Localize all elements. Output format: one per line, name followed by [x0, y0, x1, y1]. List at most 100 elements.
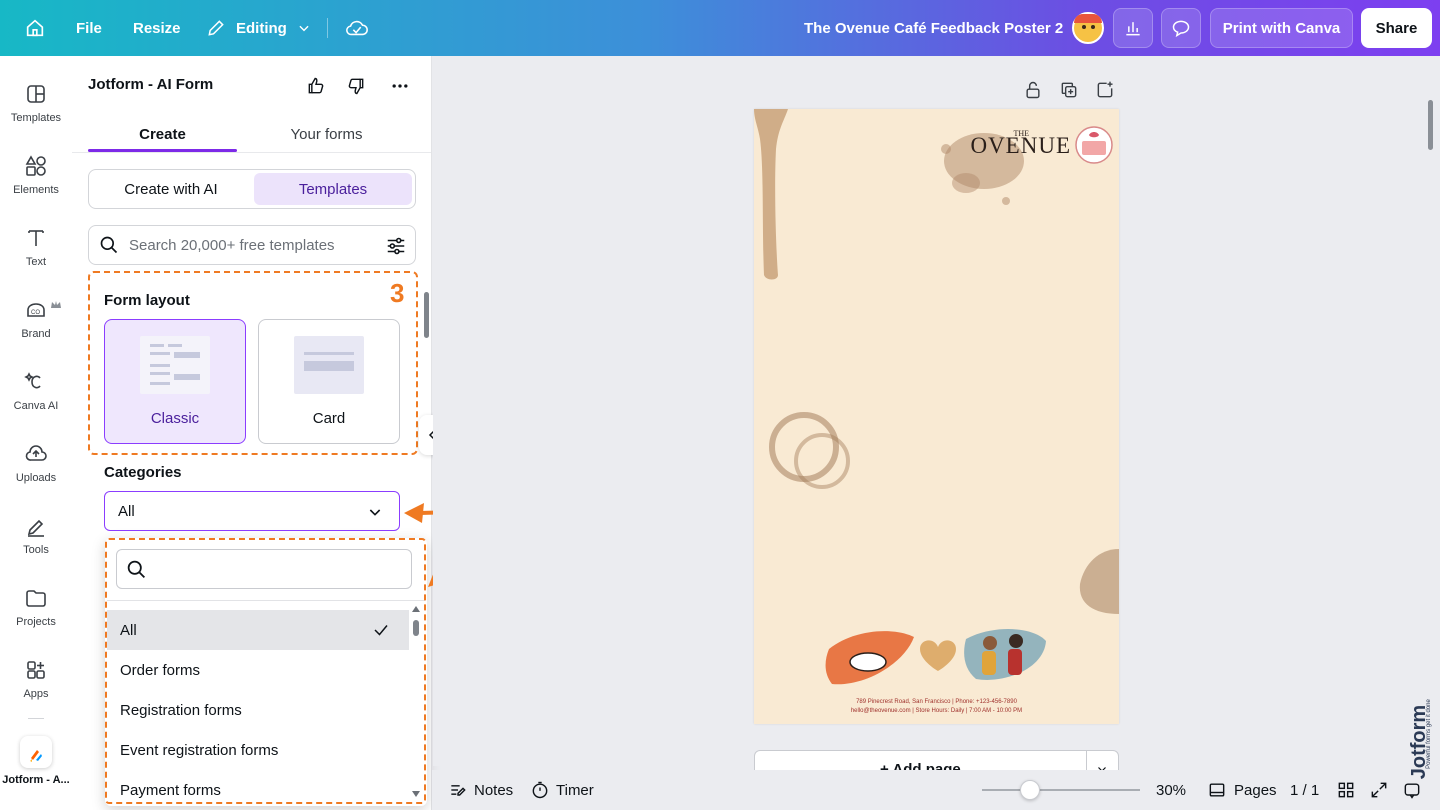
segment-create-with-ai[interactable]: Create with AI: [93, 173, 249, 205]
zoom-level[interactable]: 30%: [1156, 780, 1186, 800]
dropdown-option-all[interactable]: All: [107, 610, 409, 650]
unlock-icon[interactable]: [1023, 80, 1043, 100]
rail-item-apps[interactable]: Apps: [0, 652, 72, 716]
poster-artwork: [754, 109, 1119, 685]
rail-item-templates[interactable]: Templates: [0, 76, 72, 140]
rail-label-elements: Elements: [13, 184, 59, 196]
rail-item-tools[interactable]: Tools: [0, 508, 72, 572]
brand-icon: CO: [27, 303, 45, 317]
rail-item-jotform[interactable]: Jotform - A...: [0, 736, 72, 800]
folder-icon: [26, 590, 46, 607]
chevron-down-icon: [299, 25, 309, 32]
notes-icon: [451, 785, 466, 796]
scroll-down-arrow-icon[interactable]: [412, 791, 420, 797]
poster-footer-contact: hello@theovenue.com | Store Hours: Daily…: [850, 708, 1023, 714]
rail-item-projects[interactable]: Projects: [0, 580, 72, 644]
rail-item-uploads[interactable]: Uploads: [0, 436, 72, 500]
jotform-app-icon: [20, 736, 52, 768]
svg-text:CO: CO: [31, 310, 40, 316]
search-icon: [100, 236, 118, 254]
panel-scrollbar[interactable]: [424, 292, 429, 338]
segment-templates[interactable]: Templates: [254, 173, 412, 205]
document-title[interactable]: The Ovenue Café Feedback Poster 2: [804, 0, 1063, 56]
thumbs-down-icon: [348, 78, 364, 95]
chevron-down-icon: [369, 509, 381, 516]
more-options-button[interactable]: [386, 72, 414, 100]
grid-view-icon[interactable]: [1336, 780, 1356, 800]
pages-icon: [1209, 783, 1225, 797]
rail-label-apps: Apps: [23, 688, 49, 700]
zoom-slider-handle[interactable]: [1020, 780, 1040, 800]
filter-sliders-icon[interactable]: [385, 235, 407, 257]
resize-button[interactable]: Resize: [133, 0, 181, 56]
tabs-divider: [72, 152, 431, 153]
watermark-brand: Jotform: [1408, 704, 1430, 780]
tab-your-forms[interactable]: Your forms: [252, 116, 401, 152]
tools-icon: [27, 519, 44, 537]
notes-label: Notes: [474, 781, 514, 799]
pages-label: Pages: [1234, 781, 1277, 799]
option-label: Event registration forms: [120, 741, 279, 759]
fullscreen-icon[interactable]: [1369, 780, 1389, 800]
option-label: Order forms: [120, 661, 201, 679]
rail-label-canva-ai: Canva AI: [13, 400, 59, 412]
dropdown-scrollbar[interactable]: [413, 620, 419, 636]
insights-button[interactable]: [1113, 8, 1153, 48]
brand-logo-text: OVENUE: [970, 133, 1071, 158]
add-page-icon[interactable]: [1095, 80, 1115, 100]
poster-page[interactable]: THE OVENUE 789 Pinecrest Road, San Franc…: [754, 109, 1119, 724]
template-search-bar[interactable]: Search 20,000+ free templates: [88, 225, 416, 265]
timer-button[interactable]: Timer: [530, 780, 594, 800]
tab-create[interactable]: Create: [88, 116, 237, 152]
dropdown-option-order-forms[interactable]: Order forms: [107, 650, 409, 690]
duplicate-icon[interactable]: [1059, 80, 1079, 100]
scroll-up-arrow-icon[interactable]: [412, 606, 420, 612]
dropdown-option-event-registration-forms[interactable]: Event registration forms: [107, 730, 409, 770]
jotform-watermark: Jotform Powerful forms get it done: [1408, 690, 1438, 802]
avatar[interactable]: [1072, 12, 1104, 44]
thumbs-up-icon: [308, 77, 324, 94]
timer-icon: [532, 781, 548, 799]
editing-mode-button[interactable]: Editing: [206, 0, 311, 56]
share-button[interactable]: Share: [1361, 8, 1432, 48]
home-button[interactable]: [24, 0, 46, 56]
notes-button[interactable]: Notes: [448, 780, 513, 800]
zoom-slider-track[interactable]: [982, 789, 1140, 791]
thumbs-up-button[interactable]: [302, 72, 330, 100]
toolbar-divider: [327, 18, 328, 38]
rail-item-canva-ai[interactable]: Canva AI: [0, 364, 72, 428]
thumbs-down-button[interactable]: [342, 72, 370, 100]
watermark-tagline: Powerful forms get it done: [1426, 699, 1432, 769]
rail-item-text[interactable]: Text: [0, 220, 72, 284]
page-count: 1 / 1: [1290, 781, 1320, 799]
rail-label-projects: Projects: [16, 616, 56, 628]
rail-label-templates: Templates: [10, 112, 62, 124]
dropdown-option-payment-forms[interactable]: Payment forms: [107, 770, 409, 810]
option-label: Registration forms: [120, 701, 242, 719]
rail-label-uploads: Uploads: [15, 472, 57, 484]
comments-button[interactable]: [1161, 8, 1201, 48]
rail-item-brand[interactable]: CO Brand: [0, 292, 72, 356]
cloud-save-status[interactable]: [345, 0, 369, 56]
checkmark-icon: [374, 625, 388, 636]
elements-icon: [25, 155, 46, 176]
category-search-input[interactable]: [116, 549, 412, 589]
panel-title: Jotform - AI Form: [88, 76, 214, 93]
top-toolbar: File Resize Editing The Ovenue Café Feed…: [0, 0, 1440, 56]
search-placeholder: Search 20,000+ free templates: [129, 237, 335, 254]
canvas-scrollbar[interactable]: [1428, 100, 1433, 150]
pencil-icon: [208, 20, 224, 36]
category-select[interactable]: All: [104, 491, 400, 531]
rail-label-brand: Brand: [21, 328, 51, 340]
home-icon: [26, 19, 44, 37]
rail-divider: [28, 718, 44, 719]
print-with-canva-button[interactable]: Print with Canva: [1210, 8, 1353, 48]
file-menu[interactable]: File: [76, 0, 102, 56]
rail-item-elements[interactable]: Elements: [0, 148, 72, 212]
step-3-highlight-box: [88, 271, 418, 455]
panel-tabs: Create Your forms: [88, 116, 416, 152]
timer-label: Timer: [556, 781, 594, 799]
crown-icon: [51, 301, 61, 308]
dropdown-option-registration-forms[interactable]: Registration forms: [107, 690, 409, 730]
pages-button[interactable]: Pages: [1207, 780, 1277, 800]
